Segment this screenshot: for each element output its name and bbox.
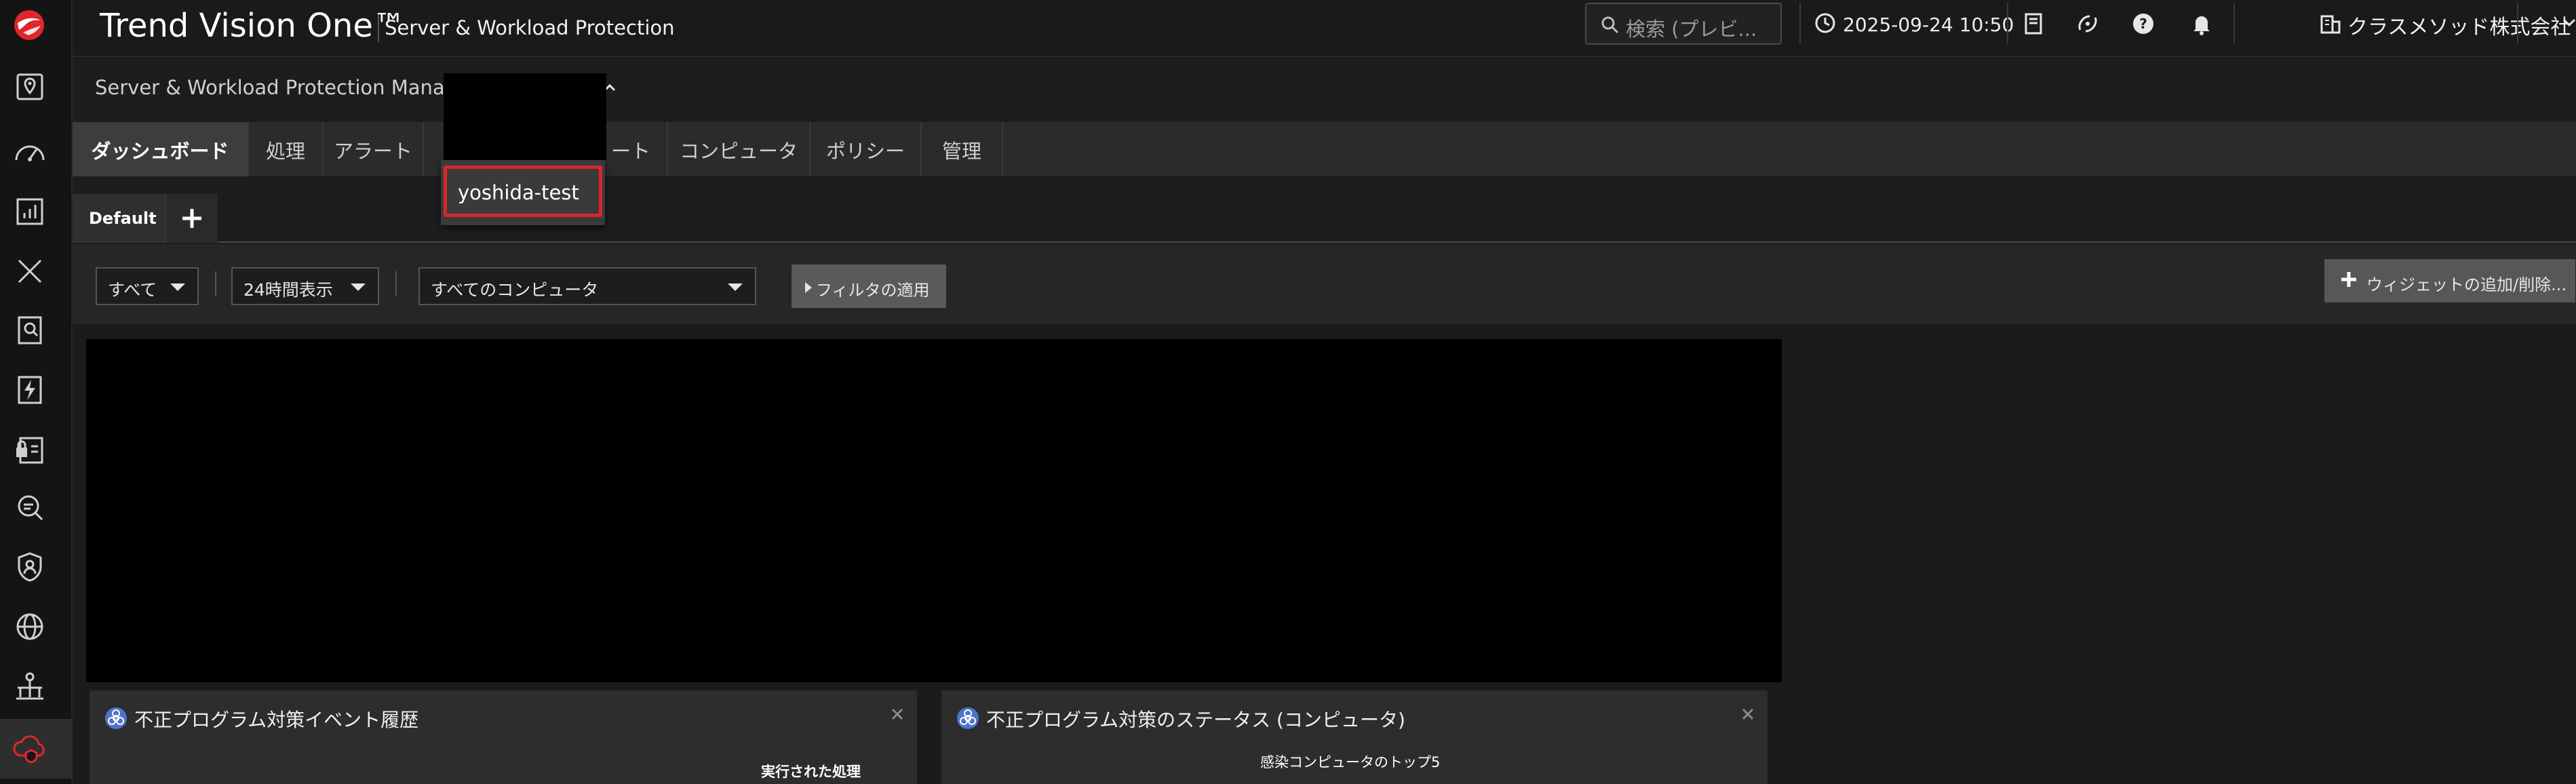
caret-down-icon <box>728 283 743 291</box>
cloud-shield-icon[interactable] <box>0 719 73 779</box>
caret-down-icon <box>351 283 366 291</box>
trend-micro-logo[interactable] <box>14 9 45 41</box>
globe-cycle-icon[interactable] <box>11 608 49 646</box>
plus-icon <box>182 209 201 228</box>
brand-divider <box>378 15 379 42</box>
notebook-icon[interactable] <box>2021 11 2046 37</box>
period-select-value: 24時間表示 <box>243 280 333 300</box>
add-widget-button[interactable]: ウィジェットの追加/削除... <box>2324 259 2575 302</box>
divider <box>2233 3 2235 43</box>
add-widget-label: ウィジェットの追加/削除... <box>2366 275 2567 294</box>
divider <box>1799 3 1801 43</box>
widget-subtitle: 感染コンピュータのトップ5 <box>1260 754 1441 770</box>
manager-dropdown: yoshida-test <box>441 160 605 225</box>
divider <box>215 271 216 296</box>
scope-select[interactable]: すべて <box>96 267 199 305</box>
speedometer-icon[interactable] <box>11 134 49 172</box>
play-icon <box>805 282 812 293</box>
plus-icon <box>2341 272 2356 287</box>
tab-admin[interactable]: 管理 <box>922 122 1003 176</box>
close-icon[interactable] <box>1740 707 1755 722</box>
computers-select-value: すべてのコンピュータ <box>431 280 599 300</box>
product-name: Server & Workload Protection <box>385 16 675 39</box>
tab-alerts[interactable]: アラート <box>324 122 424 176</box>
chevron-down-icon[interactable] <box>2562 15 2576 30</box>
computers-select[interactable]: すべてのコンピュータ <box>418 267 756 305</box>
period-select[interactable]: 24時間表示 <box>231 267 379 305</box>
tab-default[interactable]: Default <box>73 194 165 243</box>
support-link-icon[interactable] <box>2075 11 2101 37</box>
left-rail <box>0 0 73 784</box>
lightning-doc-icon[interactable] <box>11 370 49 408</box>
bell-icon[interactable] <box>2189 11 2214 37</box>
svg-text:?: ? <box>2139 16 2147 32</box>
redacted-area <box>86 339 1782 682</box>
manager-option[interactable]: yoshida-test <box>444 165 602 217</box>
building-icon <box>2320 15 2341 34</box>
caret-down-icon <box>170 283 185 291</box>
top-bar: Trend Vision One™ Server & Workload Prot… <box>73 0 2576 57</box>
scope-select-value: すべて <box>108 280 157 300</box>
manager-label: Server & Workload Protection Manager: <box>95 76 484 99</box>
shield-user-icon[interactable] <box>11 548 49 586</box>
widget-malware-status-computers: 不正プログラム対策のステータス (コンピュータ) 感染コンピュータのトップ5 <box>941 690 1768 784</box>
redacted-manager-name <box>444 73 606 160</box>
widget-subtitle: 実行された処理 <box>761 764 861 780</box>
widget-malware-event-history: 不正プログラム対策イベント履歴 実行された処理 <box>90 690 917 784</box>
magnifier-icon[interactable] <box>11 488 49 526</box>
tab-computers[interactable]: コンピュータ <box>668 122 811 176</box>
divider <box>2517 3 2518 43</box>
brand-title: Trend Vision One™ <box>100 7 406 45</box>
clock-icon <box>1815 13 1835 33</box>
help-icon[interactable]: ? <box>2130 11 2156 37</box>
apply-filter-label: フィルタの適用 <box>816 281 930 300</box>
search-icon <box>1601 16 1619 34</box>
divider <box>395 271 397 296</box>
add-tab-button[interactable] <box>165 194 218 243</box>
divider <box>2007 3 2008 43</box>
apply-filter-button[interactable]: フィルタの適用 <box>792 264 946 308</box>
widget-title: 不正プログラム対策イベント履歴 <box>134 709 419 731</box>
tab-dashboard[interactable]: ダッシュボード <box>73 122 249 176</box>
tab-events[interactable]: 処理 <box>249 122 324 176</box>
network-nodes-icon[interactable] <box>11 667 49 705</box>
biohazard-icon <box>105 707 127 729</box>
current-datetime: 2025-09-24 10:50 <box>1843 14 2014 36</box>
lock-doc-icon[interactable] <box>11 430 49 468</box>
report-chart-icon[interactable] <box>11 193 49 231</box>
close-icon[interactable] <box>890 707 905 722</box>
search-placeholder: 検索 (プレビ... <box>1626 18 1757 41</box>
search-input[interactable]: 検索 (プレビ... <box>1585 3 1782 45</box>
org-switcher[interactable]: クラスメソッド株式会社 <box>2347 10 2571 40</box>
widget-title: 不正プログラム対策のステータス (コンピュータ) <box>986 709 1405 731</box>
filter-bar: すべて 24時間表示 すべてのコンピュータ フィルタの適用 ウィジェットの追加/… <box>73 244 2576 324</box>
x-close-icon[interactable] <box>11 252 49 290</box>
document-search-icon[interactable] <box>11 311 49 349</box>
map-pin-icon[interactable] <box>11 68 49 106</box>
tab-policies[interactable]: ポリシー <box>811 122 922 176</box>
biohazard-icon <box>957 707 979 729</box>
